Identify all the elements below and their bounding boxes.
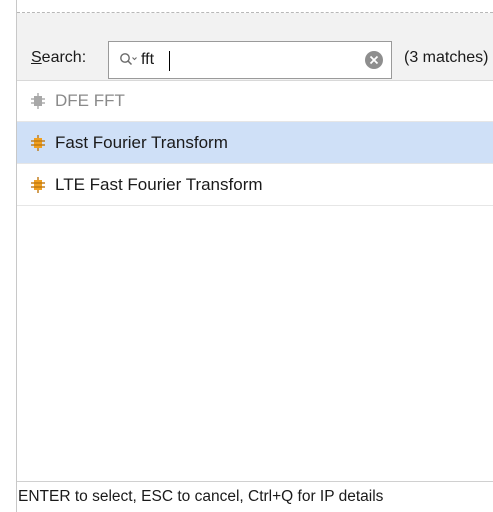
- ip-core-icon: [30, 135, 46, 151]
- result-item-label: Fast Fourier Transform: [55, 133, 228, 152]
- results-list: DFE FFT Fast Fourier Transform LTE Fast …: [17, 80, 493, 206]
- ip-core-icon: [30, 177, 46, 193]
- status-footer: ENTER to select, ESC to cancel, Ctrl+Q f…: [17, 481, 493, 512]
- search-bar: Search: (3 matc: [17, 13, 493, 81]
- search-input[interactable]: [141, 48, 341, 72]
- search-label-mnemonic: S: [31, 49, 42, 66]
- ip-core-icon: [30, 93, 46, 109]
- keyboard-hint: ENTER to select, ESC to cancel, Ctrl+Q f…: [18, 488, 384, 505]
- search-input-box[interactable]: [108, 41, 392, 79]
- result-item-fast-fourier-transform[interactable]: Fast Fourier Transform: [17, 122, 493, 164]
- search-label-text: earch:: [41, 49, 87, 66]
- search-icon: [119, 52, 137, 68]
- ip-search-popup: Search: (3 matc: [0, 0, 493, 512]
- ip-search-panel: Search: (3 matc: [16, 0, 493, 512]
- match-count: (3 matches): [404, 49, 489, 66]
- result-item-label: LTE Fast Fourier Transform: [55, 175, 263, 194]
- result-item-dfe-fft[interactable]: DFE FFT: [17, 80, 493, 122]
- result-item-label: DFE FFT: [55, 91, 125, 110]
- search-label: Search:: [31, 49, 86, 67]
- text-caret: [169, 51, 170, 71]
- clear-search-icon[interactable]: [365, 51, 383, 69]
- result-item-lte-fast-fourier-transform[interactable]: LTE Fast Fourier Transform: [17, 164, 493, 206]
